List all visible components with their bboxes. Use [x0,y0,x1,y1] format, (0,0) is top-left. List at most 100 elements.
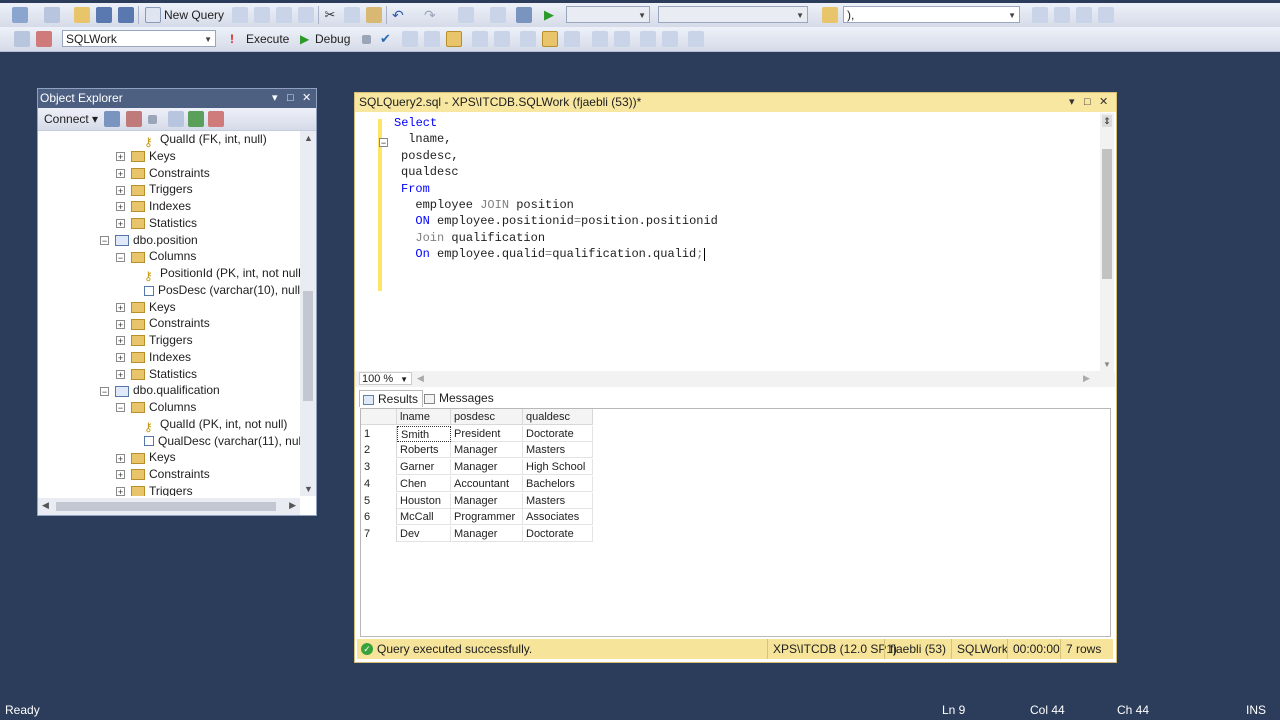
connect-dropdown[interactable]: Connect ▾ [44,112,98,126]
tree-node[interactable]: − Columns [116,399,196,415]
tree-node[interactable]: QualDesc (varchar(11), null) [144,433,300,449]
editor-vscroll-thumb[interactable] [1102,149,1112,279]
grid-cell[interactable]: McCall [397,509,451,526]
start-icon[interactable]: ▶ [544,7,560,23]
disconnect-object-icon[interactable] [126,111,142,127]
collapse-icon[interactable]: − [100,386,109,396]
estimated-plan-icon[interactable] [402,31,418,47]
tree-node[interactable]: + Constraints [116,466,210,482]
new-project-icon[interactable] [12,7,28,23]
window-position-icon[interactable]: ▾ [272,89,278,108]
copy-icon[interactable] [344,7,360,23]
expand-icon[interactable]: + [116,369,125,379]
tree-node[interactable]: + Keys [116,148,176,164]
tree-node[interactable]: + Statistics [116,366,197,382]
cut-icon[interactable]: ✂ [322,7,338,23]
grid-cell[interactable]: Chen [397,475,451,492]
xmla-query-icon[interactable] [298,7,314,23]
paste-icon[interactable] [366,7,382,23]
object-explorer-vscroll[interactable]: ▲ ▼ [300,131,316,496]
intellisense-icon[interactable] [446,31,462,47]
expand-icon[interactable]: + [116,453,125,463]
grid-cell[interactable]: Masters [523,492,593,509]
expand-icon[interactable]: + [116,470,125,480]
navigate-icon[interactable] [458,7,474,23]
execute-icon[interactable]: ! [230,32,234,46]
results-to-grid-icon[interactable] [542,31,558,47]
tree-node[interactable]: ⚷ PositionId (PK, int, not null) [144,265,300,283]
query-designer-icon[interactable] [424,31,440,47]
collapse-icon[interactable]: − [116,252,125,262]
properties-icon[interactable] [1076,7,1092,23]
maximize-icon[interactable]: □ [1084,93,1091,112]
scroll-right-icon[interactable]: ▶ [1083,373,1090,384]
scroll-up-icon[interactable]: ▲ [304,133,313,143]
grid-cell[interactable]: Associates [523,509,593,526]
find-combo[interactable]: ), ▼ [843,6,1020,23]
scroll-down-icon[interactable]: ▼ [1103,360,1111,369]
window-position-icon[interactable]: ▾ [1069,93,1075,112]
save-all-icon[interactable] [118,7,134,23]
row-number[interactable]: 4 [361,475,397,492]
debug-button[interactable]: Debug [315,32,350,46]
uncomment-icon[interactable] [614,31,630,47]
zoom-combo[interactable]: 100 % ▼ [359,372,412,385]
results-to-file-icon[interactable] [564,31,580,47]
grid-cell[interactable]: Dev [397,525,451,542]
toolbox-icon[interactable] [1098,7,1114,23]
row-number[interactable]: 5 [361,492,397,509]
undo-icon[interactable]: ↶ [392,7,408,23]
grid-cell[interactable]: Masters [523,442,593,459]
disconnect-icon[interactable] [36,31,52,47]
expand-icon[interactable]: + [116,336,125,346]
cancel-query-icon[interactable] [362,35,371,44]
tab-messages[interactable]: Messages [421,390,498,406]
tree-node[interactable]: + Triggers [116,483,193,496]
editor-vscroll[interactable]: ⇕ ▼ [1100,113,1114,371]
new-query-button[interactable]: New Query [164,8,224,22]
new-query-icon[interactable] [145,7,161,23]
sql-editor[interactable]: − Select lname, posdesc, qualdesc From empl… [355,113,1099,371]
tree-node[interactable]: − dbo.position [100,232,198,248]
maximize-icon[interactable]: □ [287,89,294,108]
grid-cell[interactable]: Smith [397,425,451,442]
tab-results[interactable]: Results [359,390,424,407]
grid-cell[interactable]: Programmer [451,509,523,526]
execute-button[interactable]: Execute [246,32,289,46]
redo-icon[interactable]: ↷ [424,7,440,23]
specify-values-icon[interactable] [688,31,704,47]
grid-cell[interactable]: Manager [451,492,523,509]
find-in-files-icon[interactable] [822,7,838,23]
grid-cell[interactable]: Accountant [451,475,523,492]
grid-cell[interactable]: Manager [451,442,523,459]
grid-cell[interactable]: High School [523,459,593,476]
tree-node[interactable]: + Triggers [116,181,193,197]
tree-node[interactable]: + Indexes [116,198,191,214]
mdx-query-icon[interactable] [276,7,292,23]
tree-node[interactable]: ⚷ QualId (FK, int, null) [144,131,267,149]
new-file-icon[interactable] [44,7,60,23]
expand-icon[interactable]: + [116,353,125,363]
expand-icon[interactable]: + [116,487,125,496]
grid-cell[interactable]: President [451,425,523,442]
grid-cell[interactable]: Garner [397,459,451,476]
debug-icon[interactable]: ▶ [300,32,309,46]
collapse-icon[interactable]: − [116,403,125,413]
connect-object-icon[interactable] [104,111,120,127]
collapse-icon[interactable]: − [100,235,109,245]
navigate-forward-icon[interactable] [490,7,506,23]
tree-node[interactable]: PosDesc (varchar(10), null) [144,282,300,298]
tree-node[interactable]: + Indexes [116,349,191,365]
row-number[interactable]: 6 [361,509,397,526]
grid-cell[interactable]: Manager [451,459,523,476]
object-explorer-vscroll-thumb[interactable] [303,291,313,401]
include-plan-icon[interactable] [472,31,488,47]
expand-icon[interactable]: + [116,219,125,229]
refresh-icon[interactable] [188,111,204,127]
db-engine-query-icon[interactable] [232,7,248,23]
expand-icon[interactable]: + [116,168,125,178]
stop-icon[interactable] [148,115,157,124]
comment-icon[interactable] [592,31,608,47]
filter-icon[interactable] [168,111,184,127]
row-number[interactable]: 7 [361,525,397,542]
